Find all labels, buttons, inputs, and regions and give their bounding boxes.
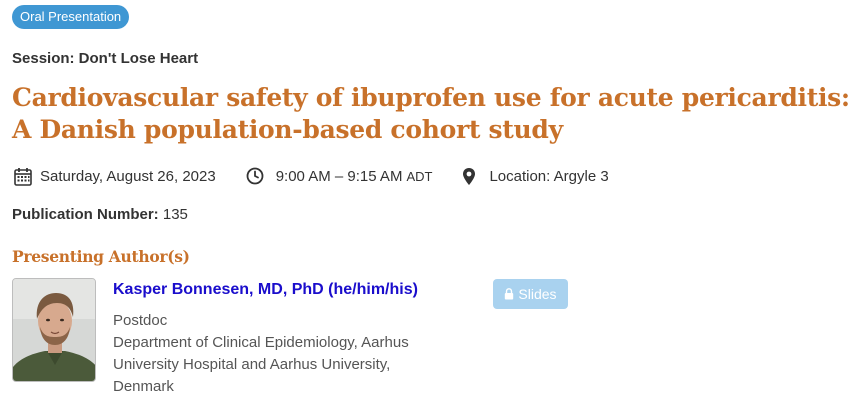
- map-pin-icon: [463, 167, 476, 185]
- author-role: Postdoc: [113, 312, 168, 329]
- date-item: Saturday, August 26, 2023: [14, 167, 216, 186]
- session-title: Session: Don't Lose Heart: [12, 50, 199, 67]
- page-title: Cardiovascular safety of ibuprofen use f…: [12, 83, 850, 144]
- slides-button-label: Slides: [518, 286, 557, 302]
- publication-number-label: Publication Number:: [12, 206, 159, 223]
- clock-icon: [246, 167, 264, 185]
- lock-icon: [505, 288, 514, 300]
- publication-number: Publication Number: 135: [12, 206, 188, 223]
- slides-button[interactable]: Slides: [493, 279, 568, 309]
- session-meta: Saturday, August 26, 2023 9:00 AM – 9:15…: [14, 165, 609, 187]
- timezone: ADT: [406, 168, 433, 184]
- session-location: Location: Argyle 3: [489, 167, 609, 185]
- location-item: Location: Argyle 3: [462, 167, 609, 186]
- time-item: 9:00 AM – 9:15 AM ADT: [246, 167, 433, 185]
- calendar-icon: [14, 167, 32, 186]
- author-details: Postdoc Department of Clinical Epidemiol…: [113, 310, 433, 398]
- presentation-type-badge: Oral Presentation: [12, 5, 130, 29]
- session-time: 9:00 AM – 9:15 AM: [275, 167, 403, 185]
- presenting-authors-heading: Presenting Author(s): [12, 247, 190, 266]
- author-photo: [12, 278, 96, 382]
- author-affiliation: Department of Clinical Epidemiology, Aar…: [113, 334, 409, 395]
- author-name-link[interactable]: Kasper Bonnesen, MD, PhD (he/him/his): [113, 281, 418, 299]
- publication-number-value: 135: [162, 206, 188, 223]
- session-date: Saturday, August 26, 2023: [40, 167, 216, 185]
